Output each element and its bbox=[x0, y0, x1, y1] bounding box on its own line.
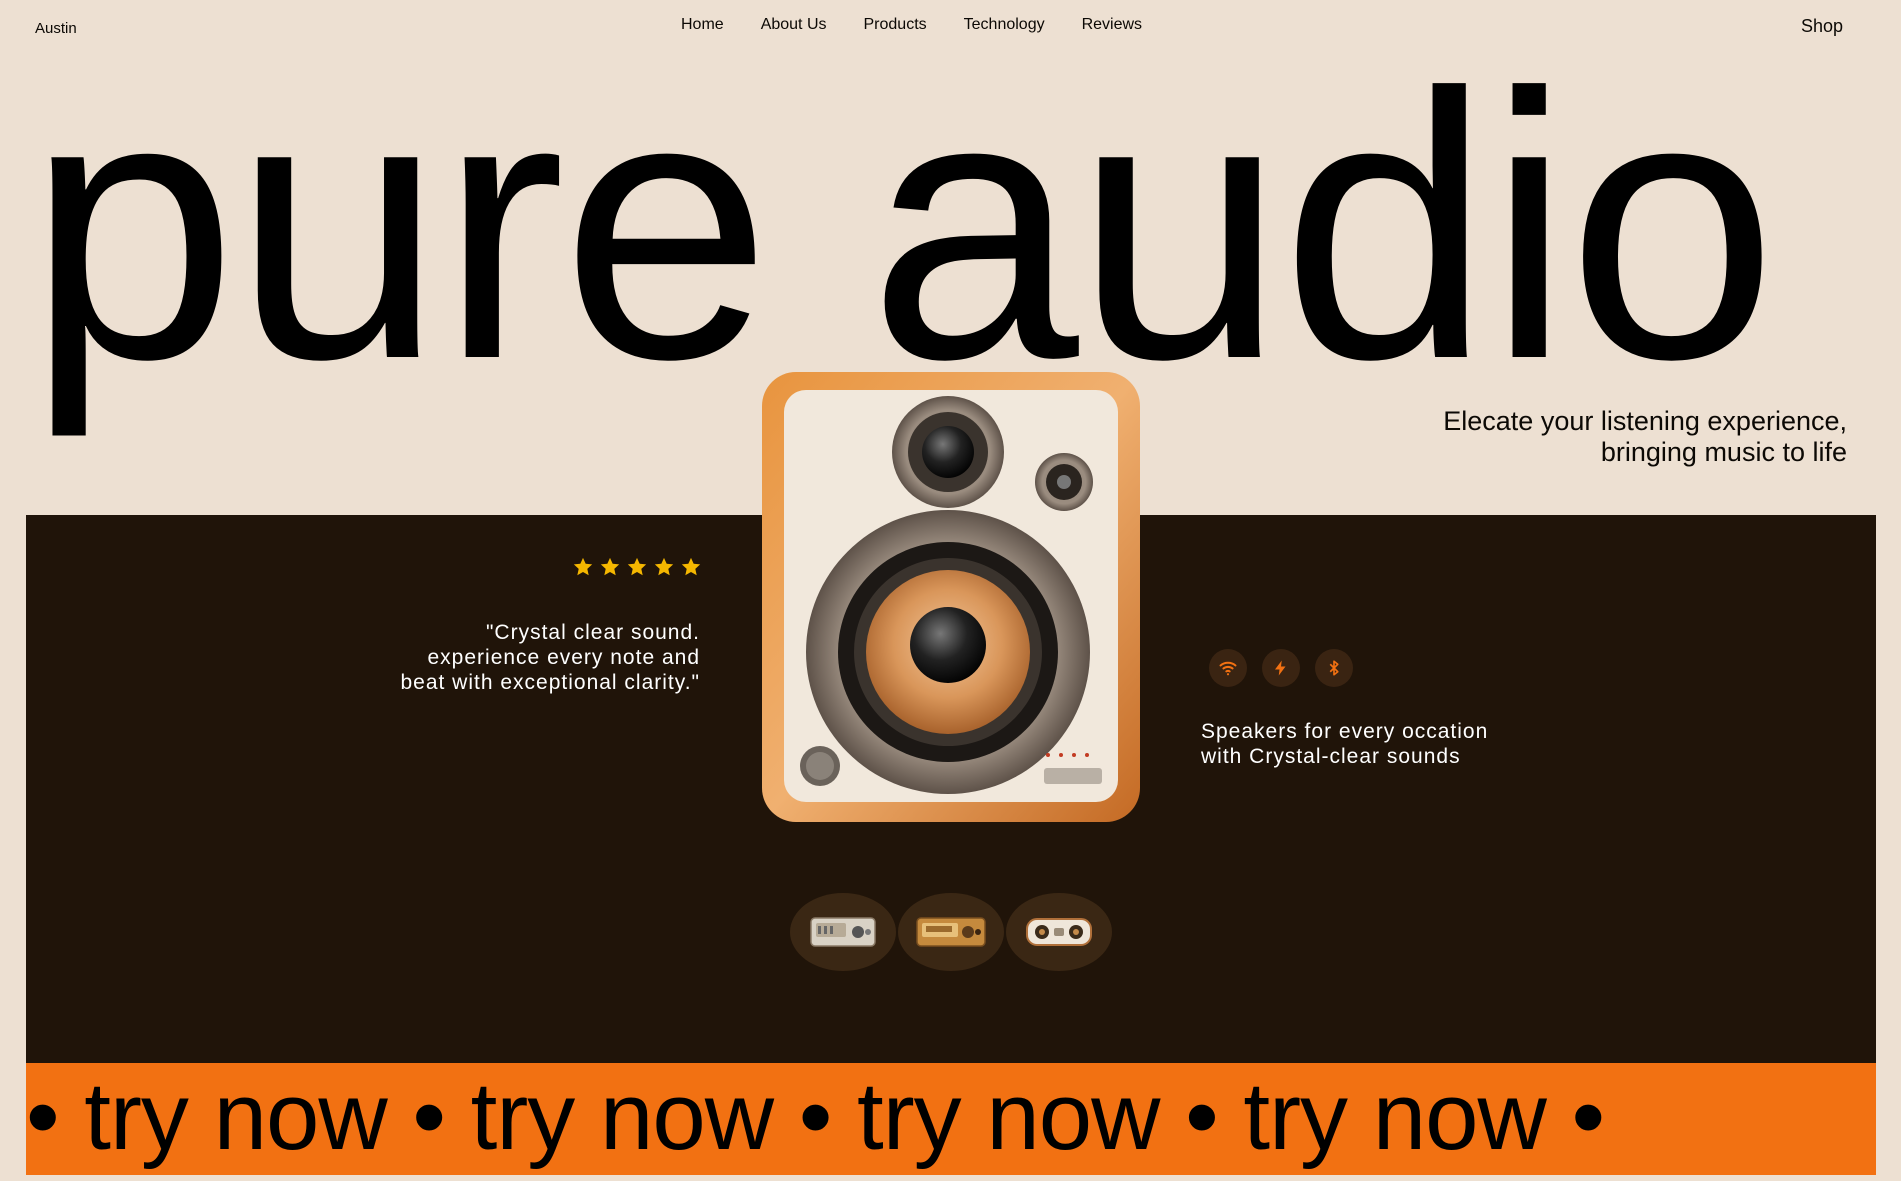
try-now-text: • try now • try now • try now • try now … bbox=[26, 1063, 1605, 1170]
hero-tagline: Elecate your listening experience, bring… bbox=[1443, 406, 1847, 468]
star-icon bbox=[654, 557, 674, 576]
tagline-line-2: bringing music to life bbox=[1600, 437, 1847, 467]
feature-text-line-1: Speakers for every occation bbox=[1201, 720, 1489, 743]
shop-link[interactable]: Shop bbox=[1801, 16, 1843, 37]
feature-description: Speakers for every occation with Crystal… bbox=[1201, 719, 1488, 769]
star-icon bbox=[600, 557, 620, 576]
lightning-icon bbox=[1262, 649, 1300, 687]
star-icon bbox=[681, 557, 701, 576]
radio-thumbnail-1[interactable] bbox=[790, 893, 896, 971]
radio-thumbnail-3[interactable] bbox=[1006, 893, 1112, 971]
radio-icon bbox=[1026, 918, 1092, 946]
radio-icon bbox=[810, 917, 876, 947]
tagline-line-1: Elecate your listening experience, bbox=[1443, 406, 1847, 436]
try-now-banner[interactable]: • try now • try now • try now • try now … bbox=[26, 1063, 1876, 1175]
rating-stars bbox=[572, 556, 702, 578]
product-thumbnails bbox=[790, 893, 1112, 971]
radio-thumbnail-2[interactable] bbox=[898, 893, 1004, 971]
bluetooth-icon bbox=[1315, 649, 1353, 687]
feature-text-line-2: with Crystal-clear sounds bbox=[1201, 745, 1461, 768]
quote-line-3: beat with exceptional clarity." bbox=[400, 671, 700, 694]
quote-line-1: "Crystal clear sound. bbox=[485, 621, 700, 644]
radio-icon bbox=[916, 917, 986, 947]
page: Austin Home About Us Products Technology… bbox=[0, 0, 1901, 1181]
review-quote: "Crystal clear sound. experience every n… bbox=[400, 620, 700, 695]
star-icon bbox=[627, 557, 647, 576]
speaker-image bbox=[762, 372, 1140, 822]
wifi-icon bbox=[1209, 649, 1247, 687]
star-icon bbox=[573, 557, 593, 576]
hero-headline: pure audio bbox=[27, 16, 1777, 438]
feature-icons bbox=[1209, 649, 1353, 687]
quote-line-2: experience every note and bbox=[427, 646, 700, 669]
